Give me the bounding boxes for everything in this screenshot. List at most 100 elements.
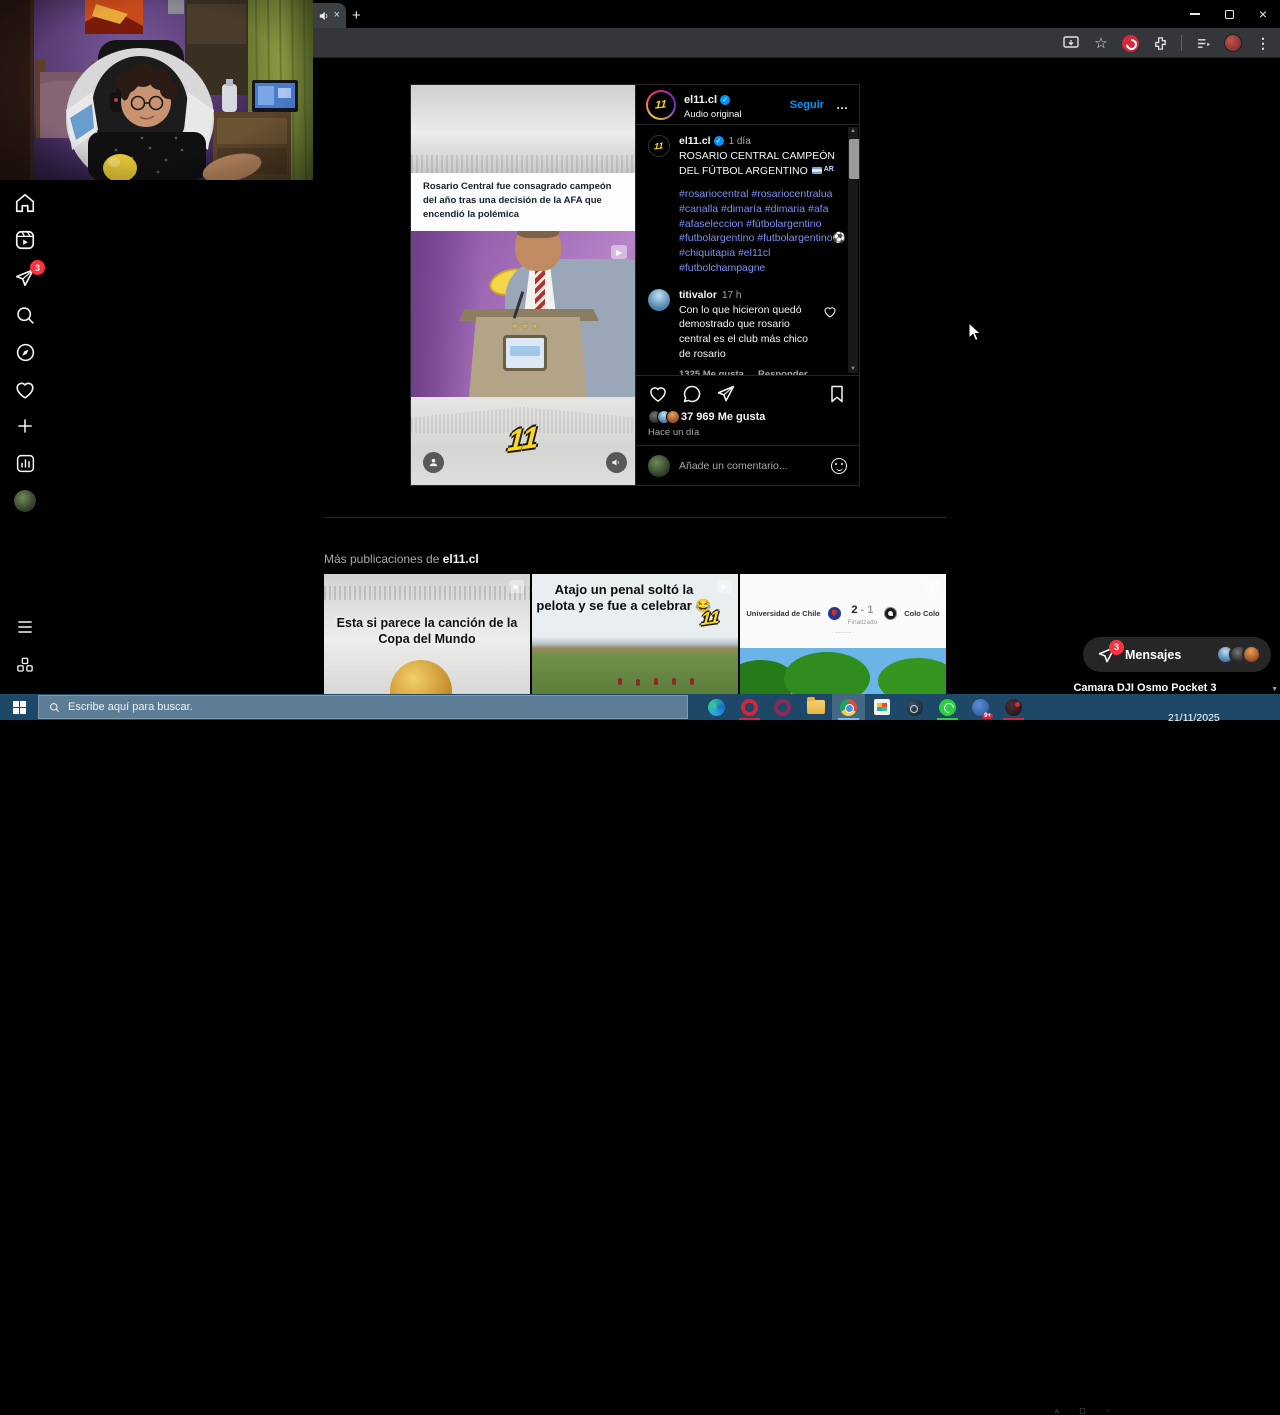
taskbar-app-edge[interactable] (700, 694, 733, 720)
like-count[interactable]: 37 969 Me gusta (681, 411, 765, 423)
system-tray-icons[interactable]: ▵ ◻ ◦ (1055, 1406, 1118, 1415)
opera-gx-icon (774, 698, 791, 716)
taskbar-app-whatsapp[interactable] (931, 694, 964, 720)
caption-time: 1 día (728, 136, 751, 147)
liker-avatars (648, 410, 680, 424)
caption-username[interactable]: el11.cl (679, 135, 711, 147)
sidebar-item-reels[interactable] (12, 227, 38, 253)
tab-close-icon[interactable]: × (334, 10, 340, 21)
comment-icon[interactable] (682, 384, 702, 404)
el11-logo: 11 (506, 420, 540, 459)
taskbar-app-store[interactable] (865, 694, 898, 720)
person-icon (429, 458, 438, 467)
taskbar-search-box[interactable] (38, 695, 688, 719)
home-team-name: Universidad de Chile (746, 608, 821, 618)
post-media[interactable]: Rosario Central fue consagrado campeón d… (411, 85, 635, 485)
emoji-picker-icon[interactable] (831, 457, 847, 474)
commenter-username[interactable]: titivalor (679, 289, 717, 301)
extensions-puzzle-icon[interactable] (1151, 34, 1169, 52)
sidebar-item-create[interactable] (12, 413, 38, 439)
related-post-thumbnail[interactable]: Atajo un penal soltó la pelota y se fue … (532, 574, 738, 694)
caption-hashtags[interactable]: #rosariocentral #rosariocentralua #canal… (679, 187, 847, 275)
messages-pill-label: Mensajes (1125, 647, 1182, 662)
related-post-thumbnail[interactable]: Universidad de Chile 2 - 1 Finalizado Co… (740, 574, 946, 694)
browser-profile-avatar[interactable] (1224, 34, 1242, 52)
bookmark-star-icon[interactable]: ☆ (1092, 34, 1110, 52)
media-stadium-photo (411, 85, 635, 173)
tab-groups-icon[interactable] (1194, 34, 1212, 52)
comments-scrollbar[interactable]: ▲ ▼ (848, 127, 859, 373)
taskbar-app-opera-gx[interactable] (766, 694, 799, 720)
window-minimize-button[interactable] (1178, 0, 1212, 28)
taskbar-date[interactable]: 21/11/2025 (1168, 712, 1220, 724)
sidebar-item-insights[interactable] (12, 450, 38, 476)
audio-label[interactable]: Audio original (684, 109, 742, 120)
webcam-overlay: CROSSDVND (0, 0, 313, 180)
whatsapp-icon (939, 698, 956, 716)
meta-apps-icon (17, 657, 33, 672)
more-posts-username[interactable]: el11.cl (443, 552, 479, 566)
window-restore-button[interactable] (1212, 0, 1246, 28)
golden-ball (390, 660, 452, 694)
scroll-down-icon[interactable]: ▼ (848, 366, 858, 372)
sidebar-item-menu[interactable] (12, 614, 38, 640)
taskbar-search-input[interactable] (68, 701, 677, 713)
taskbar-app-opera[interactable] (733, 694, 766, 720)
author-avatar-ring[interactable]: 11 (646, 89, 676, 120)
commenter-avatar[interactable] (648, 288, 670, 311)
own-avatar (648, 454, 670, 477)
caption-avatar[interactable]: 11 (648, 135, 670, 157)
edge-icon (708, 698, 725, 716)
away-team-name: Colo Colo (904, 608, 940, 618)
comment-heart-icon[interactable] (823, 305, 837, 319)
save-icon[interactable] (827, 384, 847, 404)
scrollbar-thumb[interactable] (849, 139, 859, 179)
comments-scroll-area[interactable]: 11 el11.cl ✓ 1 día ROSARIO CENTRAL CAMPEÓN… (636, 125, 859, 375)
sidebar-item-explore[interactable] (12, 339, 38, 365)
post-options-button[interactable]: … (836, 98, 849, 112)
sidebar-item-meta-apps[interactable] (12, 652, 38, 678)
windows-logo-icon (12, 700, 26, 714)
install-app-icon[interactable] (1062, 34, 1080, 52)
share-icon[interactable] (716, 384, 736, 404)
media-stadium-bottom: 11 (411, 397, 635, 485)
sidebar-item-search[interactable] (12, 302, 38, 328)
comment-input-row (636, 445, 859, 485)
extension-red-icon[interactable] (1122, 34, 1139, 52)
taskbar-app-file-explorer[interactable] (799, 694, 832, 720)
media-headline-band: Rosario Central fue consagrado campeón d… (411, 173, 635, 231)
taskbar-app-steam[interactable] (898, 694, 931, 720)
sidebar-item-profile[interactable] (12, 488, 38, 514)
taskbar-app-misc[interactable] (997, 694, 1030, 720)
taskbar-app-google[interactable] (964, 694, 997, 720)
like-icon[interactable] (648, 384, 668, 404)
sidebar-item-notifications[interactable] (12, 377, 38, 403)
search-icon (16, 306, 34, 324)
hamburger-icon (18, 621, 32, 633)
scroll-up-icon[interactable]: ▲ (848, 128, 858, 134)
new-tab-button[interactable]: + (352, 7, 361, 24)
steam-icon (906, 698, 923, 716)
browser-menu-icon[interactable]: ⋮ (1254, 34, 1272, 52)
u-de-chile-crest (827, 606, 841, 620)
comment-text: Con lo que hicieron quedó demostrado que… (679, 303, 808, 360)
start-button[interactable] (0, 694, 38, 720)
heart-icon (16, 382, 34, 399)
sidebar-item-messages[interactable]: 3 (12, 260, 45, 291)
reel-icon: ▶ (925, 580, 940, 593)
taskbar-app-chrome[interactable] (832, 694, 865, 720)
author-username[interactable]: el11.cl (684, 94, 717, 106)
follow-button[interactable]: Seguir (790, 99, 824, 111)
afa-shield (503, 335, 547, 371)
comment-reply-button[interactable]: Responder (758, 369, 808, 375)
bar-chart-icon (16, 454, 34, 472)
mute-button[interactable] (606, 452, 627, 473)
sidebar-item-home[interactable] (12, 190, 38, 216)
page-scroll-down-icon[interactable]: ▼ (1271, 686, 1278, 693)
tagged-people-button[interactable] (423, 452, 444, 473)
window-close-button[interactable]: × (1246, 0, 1280, 28)
messages-panel-pill[interactable]: 3 Mensajes (1083, 637, 1271, 672)
comment-input[interactable] (679, 459, 822, 472)
related-post-thumbnail[interactable]: Esta si parece la canción de la Copa del… (324, 574, 530, 694)
media-headline-text: Rosario Central fue consagrado campeón d… (423, 181, 612, 220)
